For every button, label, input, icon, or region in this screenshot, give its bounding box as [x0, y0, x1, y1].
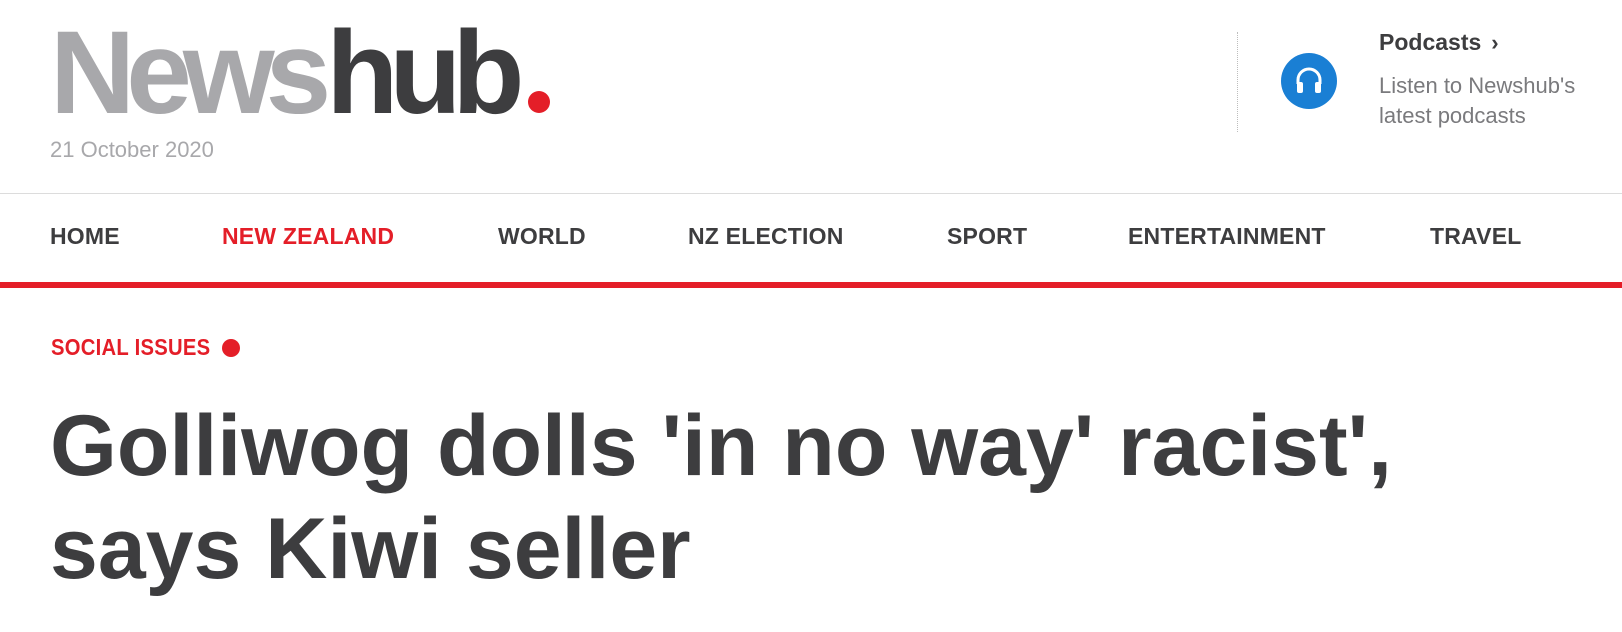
chevron-right-icon: ›	[1491, 29, 1499, 55]
nav-item-nz-election[interactable]: NZ ELECTION	[688, 223, 844, 250]
nav-accent-rule	[0, 282, 1622, 288]
logo-hub-text: hub	[326, 7, 524, 139]
category-link[interactable]: SOCIAL ISSUES	[51, 334, 241, 361]
current-date: 21 October 2020	[50, 137, 214, 162]
site-header: Newshub 21 October 2020 Podcasts › Liste…	[0, 0, 1622, 194]
newshub-logo[interactable]: Newshub	[50, 14, 550, 132]
header-divider	[1237, 32, 1238, 132]
nav-item-world[interactable]: WORLD	[498, 223, 586, 250]
category-label: SOCIAL ISSUES	[51, 334, 211, 360]
nav-item-sport[interactable]: SPORT	[947, 223, 1027, 250]
nav-item-travel[interactable]: TRAVEL	[1430, 223, 1522, 250]
category-dot	[222, 338, 241, 357]
podcasts-description: Listen to Newshub's latest podcasts	[1379, 73, 1576, 128]
podcasts-link[interactable]: Podcasts ›	[1379, 29, 1499, 56]
nav-item-new-zealand[interactable]: NEW ZEALAND	[222, 223, 394, 250]
nav-item-home[interactable]: HOME	[50, 223, 120, 250]
nav-item-entertainment[interactable]: ENTERTAINMENT	[1128, 223, 1326, 250]
logo-red-dot	[527, 91, 550, 113]
article-headline: Golliwog dolls 'in no way' racist', says…	[50, 398, 1392, 597]
main-navigation: HOME NEW ZEALAND WORLD NZ ELECTION SPORT…	[0, 194, 1622, 288]
podcasts-title: Podcasts	[1379, 29, 1482, 55]
logo-news-text: News	[50, 7, 331, 139]
headphones-icon[interactable]	[1281, 53, 1337, 109]
